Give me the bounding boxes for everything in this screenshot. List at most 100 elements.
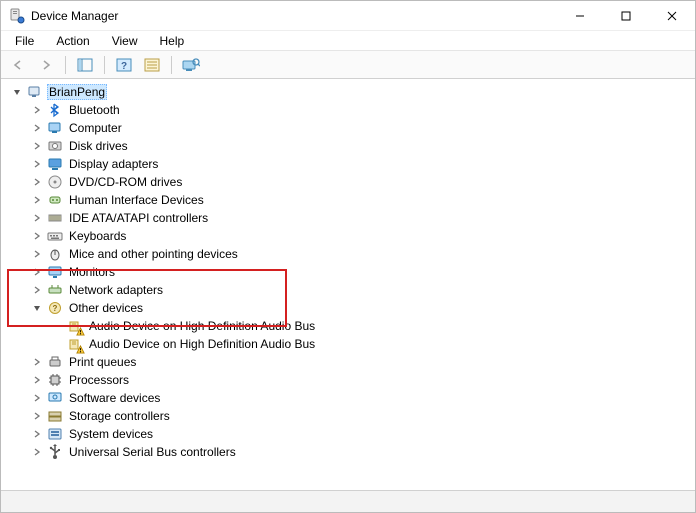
category-printq[interactable]: Print queues	[31, 353, 695, 371]
category-label: DVD/CD-ROM drives	[67, 175, 184, 189]
category-label: System devices	[67, 427, 155, 441]
toolbar-separator	[171, 56, 172, 74]
hid-icon	[47, 192, 63, 208]
content-area: BrianPeng Bluetooth Computer Disk drives Di…	[1, 79, 695, 490]
device-label: Audio Device on High Definition Audio Bu…	[87, 337, 317, 351]
category-mice[interactable]: Mice and other pointing devices	[31, 245, 695, 263]
chevron-right-icon[interactable]	[31, 446, 43, 458]
chevron-right-icon[interactable]	[31, 284, 43, 296]
show-hide-tree-button[interactable]	[74, 54, 96, 76]
toolbar-separator	[104, 56, 105, 74]
device-audio1[interactable]: Audio Device on High Definition Audio Bu…	[51, 317, 695, 335]
category-label: Monitors	[67, 265, 117, 279]
device-manager-window: Device Manager File Action View Help	[0, 0, 696, 513]
window-title: Device Manager	[31, 9, 557, 23]
network-icon	[47, 282, 63, 298]
category-other[interactable]: ? Other devices	[31, 299, 695, 317]
statusbar	[1, 490, 695, 512]
chevron-right-icon[interactable]	[31, 356, 43, 368]
mouse-icon	[47, 246, 63, 262]
toolbar-separator	[65, 56, 66, 74]
chevron-right-icon[interactable]	[31, 248, 43, 260]
software-icon	[47, 390, 63, 406]
chevron-right-icon[interactable]	[31, 374, 43, 386]
chevron-right-icon[interactable]	[31, 212, 43, 224]
other-icon: ?	[47, 300, 63, 316]
properties-button[interactable]	[141, 54, 163, 76]
menu-action[interactable]: Action	[52, 32, 93, 50]
category-label: Human Interface Devices	[67, 193, 206, 207]
category-label: Software devices	[67, 391, 162, 405]
bluetooth-icon	[47, 102, 63, 118]
category-system[interactable]: System devices	[31, 425, 695, 443]
chevron-right-icon[interactable]	[31, 122, 43, 134]
category-label: Bluetooth	[67, 103, 122, 117]
chevron-right-icon[interactable]	[31, 176, 43, 188]
warn-icon	[67, 318, 83, 334]
category-usb[interactable]: Universal Serial Bus controllers	[31, 443, 695, 461]
menu-view[interactable]: View	[108, 32, 142, 50]
chevron-right-icon[interactable]	[31, 230, 43, 242]
category-label: Disk drives	[67, 139, 130, 153]
ide-icon	[47, 210, 63, 226]
category-label: Network adapters	[67, 283, 165, 297]
category-label: Print queues	[67, 355, 138, 369]
category-monitors[interactable]: Monitors	[31, 263, 695, 281]
system-icon	[47, 426, 63, 442]
chevron-right-icon[interactable]	[31, 410, 43, 422]
svg-text:?: ?	[121, 61, 127, 72]
close-button[interactable]	[649, 1, 695, 31]
scan-hardware-button[interactable]	[180, 54, 202, 76]
minimize-button[interactable]	[557, 1, 603, 31]
chevron-right-icon[interactable]	[31, 104, 43, 116]
chevron-right-icon[interactable]	[31, 266, 43, 278]
category-label: Keyboards	[67, 229, 128, 243]
category-software[interactable]: Software devices	[31, 389, 695, 407]
category-keyboards[interactable]: Keyboards	[31, 227, 695, 245]
maximize-button[interactable]	[603, 1, 649, 31]
storage-icon	[47, 408, 63, 424]
svg-text:?: ?	[53, 304, 58, 313]
category-computer[interactable]: Computer	[31, 119, 695, 137]
titlebar: Device Manager	[1, 1, 695, 31]
category-network[interactable]: Network adapters	[31, 281, 695, 299]
menu-file[interactable]: File	[11, 32, 38, 50]
back-button[interactable]	[7, 54, 29, 76]
computer-icon	[47, 120, 63, 136]
category-display[interactable]: Display adapters	[31, 155, 695, 173]
chevron-right-icon[interactable]	[31, 428, 43, 440]
usb-icon	[47, 444, 63, 460]
category-label: Other devices	[67, 301, 145, 315]
category-bluetooth[interactable]: Bluetooth	[31, 101, 695, 119]
category-hid[interactable]: Human Interface Devices	[31, 191, 695, 209]
menu-help[interactable]: Help	[156, 32, 189, 50]
category-label: Processors	[67, 373, 131, 387]
menubar: File Action View Help	[1, 31, 695, 51]
toolbar: ?	[1, 51, 695, 79]
category-ide[interactable]: IDE ATA/ATAPI controllers	[31, 209, 695, 227]
chevron-right-icon[interactable]	[31, 194, 43, 206]
help-button[interactable]: ?	[113, 54, 135, 76]
chevron-right-icon[interactable]	[31, 392, 43, 404]
chevron-down-icon[interactable]	[31, 302, 43, 314]
monitor-icon	[47, 264, 63, 280]
forward-button[interactable]	[35, 54, 57, 76]
category-label: Mice and other pointing devices	[67, 247, 240, 261]
category-label: IDE ATA/ATAPI controllers	[67, 211, 210, 225]
device-tree: BrianPeng Bluetooth Computer Disk drives Di…	[7, 83, 695, 461]
category-label: Display adapters	[67, 157, 160, 171]
display-icon	[47, 156, 63, 172]
category-processors[interactable]: Processors	[31, 371, 695, 389]
chevron-right-icon[interactable]	[31, 158, 43, 170]
category-storage[interactable]: Storage controllers	[31, 407, 695, 425]
category-diskdrives[interactable]: Disk drives	[31, 137, 695, 155]
category-dvd[interactable]: DVD/CD-ROM drives	[31, 173, 695, 191]
chevron-down-icon[interactable]	[11, 86, 23, 98]
device-audio2[interactable]: Audio Device on High Definition Audio Bu…	[51, 335, 695, 353]
category-label: Storage controllers	[67, 409, 172, 423]
category-label: Universal Serial Bus controllers	[67, 445, 238, 459]
keyboard-icon	[47, 228, 63, 244]
tree-root-node[interactable]: BrianPeng	[11, 83, 695, 101]
chevron-right-icon[interactable]	[31, 140, 43, 152]
warn-icon	[67, 336, 83, 352]
